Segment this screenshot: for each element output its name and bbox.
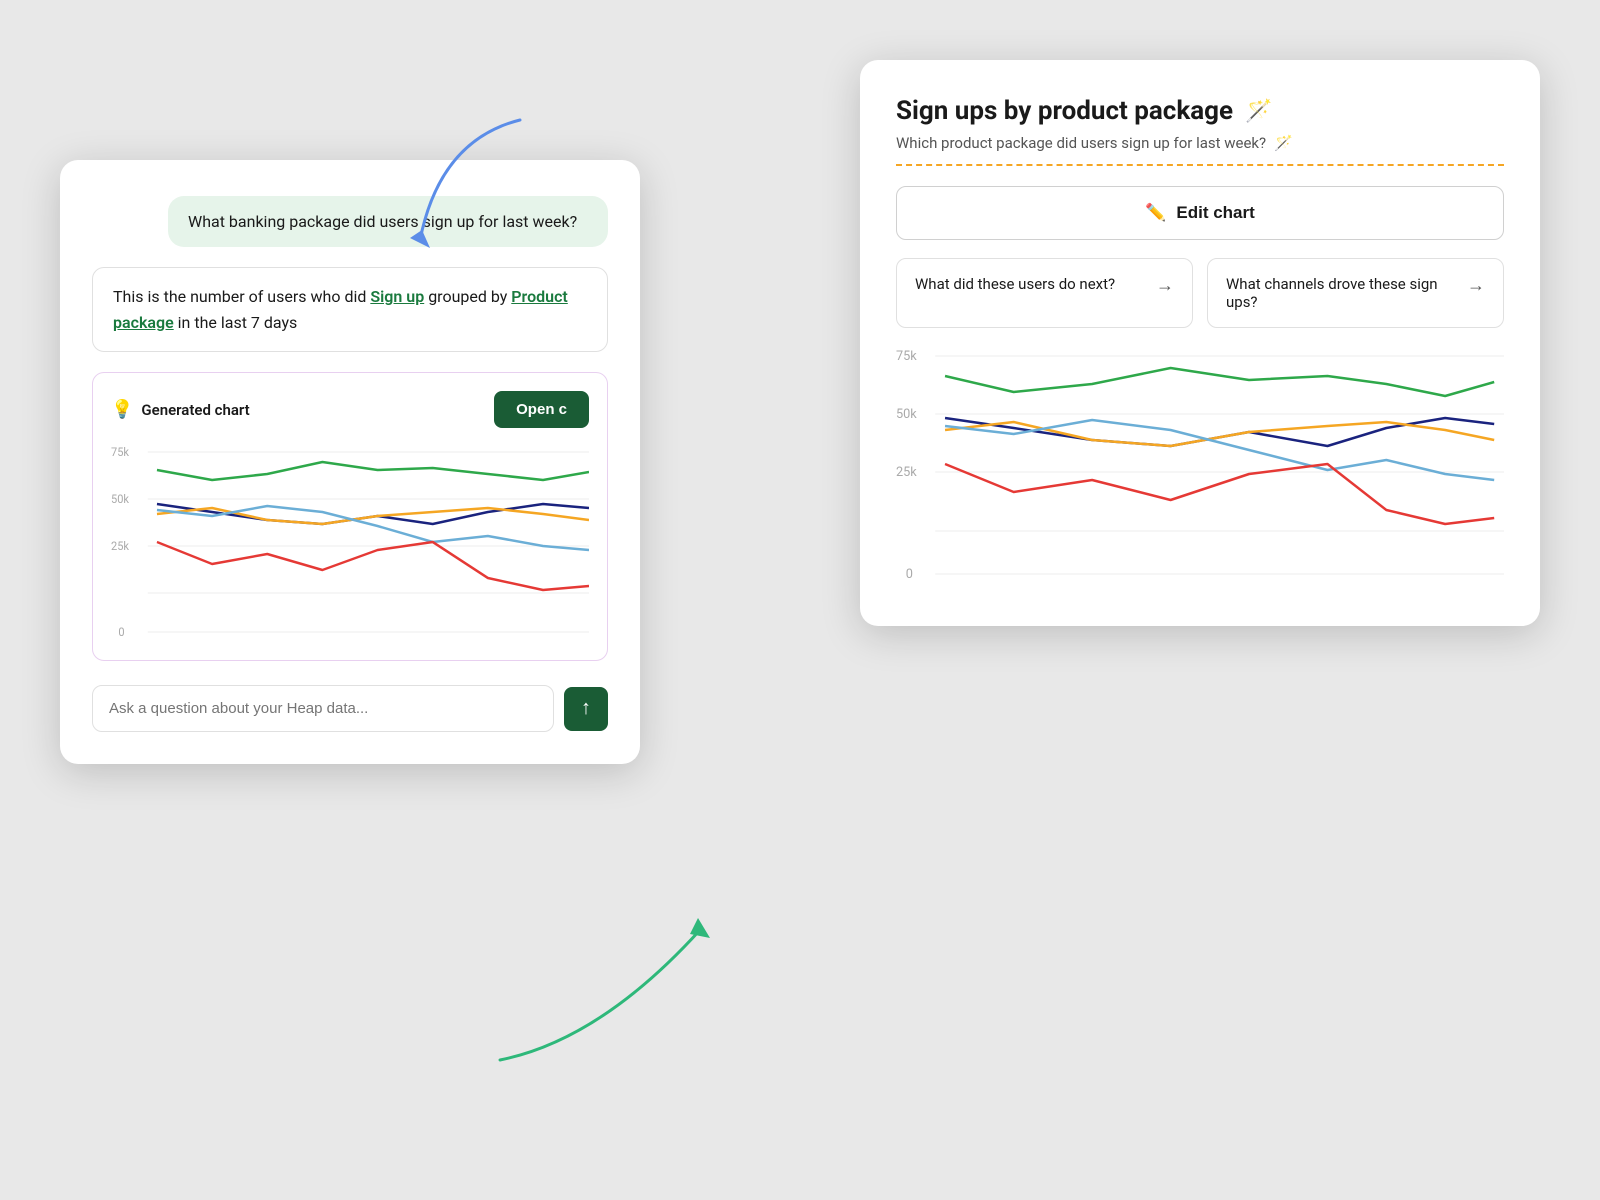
main-chart: 75k 50k 25k 0: [896, 346, 1504, 586]
edit-chart-label: Edit chart: [1176, 203, 1254, 223]
generated-chart-box: 💡 Generated chart Open c 75k 50k 25k 0: [92, 372, 608, 661]
suggestion-arrow-1: →: [1156, 275, 1174, 296]
send-button[interactable]: ↑: [564, 687, 608, 731]
svg-text:25k: 25k: [111, 539, 129, 554]
suggestion-text-2: What channels drove these sign ups?: [1226, 275, 1457, 311]
suggestion-row: What did these users do next? → What cha…: [896, 258, 1504, 328]
wand-icon: 🪄: [1245, 99, 1272, 124]
open-chart-button[interactable]: Open c: [494, 391, 589, 428]
subtitle-icon: 🪄: [1274, 134, 1293, 152]
svg-text:50k: 50k: [896, 407, 917, 422]
subtitle-text: Which product package did users sign up …: [896, 134, 1266, 152]
green-arrow: [480, 880, 760, 1080]
svg-text:75k: 75k: [896, 349, 917, 364]
svg-text:50k: 50k: [111, 492, 129, 507]
main-chart-wrapper: 75k 50k 25k 0: [896, 346, 1504, 590]
answer-text-3: in the last 7 days: [174, 313, 298, 332]
sign-up-link[interactable]: Sign up: [370, 287, 424, 306]
suggestion-card-1[interactable]: What did these users do next? →: [896, 258, 1193, 328]
right-card-subtitle: Which product package did users sign up …: [896, 134, 1504, 166]
edit-icon: ✏️: [1145, 203, 1166, 223]
right-detail-card: Sign ups by product package 🪄 Which prod…: [860, 60, 1540, 626]
user-message-bubble: What banking package did users sign up f…: [168, 196, 608, 247]
suggestion-text-1: What did these users do next?: [915, 275, 1115, 293]
svg-text:0: 0: [906, 567, 913, 582]
generated-chart-header: 💡 Generated chart Open c: [111, 391, 589, 428]
suggestion-card-2[interactable]: What channels drove these sign ups? →: [1207, 258, 1504, 328]
svg-text:75k: 75k: [111, 445, 129, 460]
answer-text-1: This is the number of users who did: [113, 287, 370, 306]
left-chat-card: What banking package did users sign up f…: [60, 160, 640, 764]
chat-answer-box: This is the number of users who did Sign…: [92, 267, 608, 352]
chat-input-row: ↑: [92, 685, 608, 732]
generated-chart-title: 💡 Generated chart: [111, 399, 250, 420]
answer-text-2: grouped by: [424, 287, 511, 306]
edit-chart-button[interactable]: ✏️ Edit chart: [896, 186, 1504, 240]
svg-text:25k: 25k: [896, 465, 917, 480]
user-message-text: What banking package did users sign up f…: [188, 212, 577, 231]
bulb-icon: 💡: [111, 399, 133, 420]
right-card-title: Sign ups by product package 🪄: [896, 96, 1504, 126]
suggestion-arrow-2: →: [1467, 275, 1485, 296]
generated-chart-label: Generated chart: [141, 401, 249, 419]
mini-chart: 75k 50k 25k 0: [111, 442, 589, 642]
chat-input[interactable]: [92, 685, 554, 732]
svg-text:0: 0: [118, 625, 124, 640]
right-title-text: Sign ups by product package: [896, 96, 1233, 126]
mini-chart-wrapper: 75k 50k 25k 0: [111, 442, 589, 646]
